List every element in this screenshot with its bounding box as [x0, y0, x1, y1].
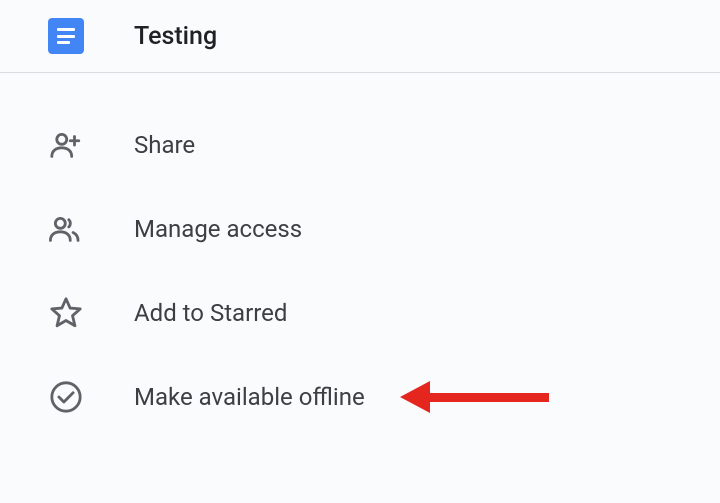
- menu-item-label: Make available offline: [134, 383, 365, 411]
- menu-item-make-available-offline[interactable]: Make available offline: [0, 355, 720, 439]
- menu-item-share[interactable]: Share: [0, 103, 720, 187]
- context-menu-panel: Testing Share: [0, 0, 720, 503]
- person-add-icon: [48, 127, 84, 163]
- menu-list: Share Manage access Add to Starred: [0, 73, 720, 469]
- offline-pin-icon: [48, 379, 84, 415]
- document-icon: [48, 18, 84, 54]
- menu-item-manage-access[interactable]: Manage access: [0, 187, 720, 271]
- header-row: Testing: [0, 0, 720, 73]
- menu-item-label: Share: [134, 131, 195, 159]
- people-icon: [48, 211, 84, 247]
- document-title: Testing: [134, 22, 217, 51]
- menu-item-add-to-starred[interactable]: Add to Starred: [0, 271, 720, 355]
- menu-item-label: Manage access: [134, 215, 302, 243]
- menu-item-label: Add to Starred: [134, 299, 287, 327]
- star-outline-icon: [48, 295, 84, 331]
- annotation-arrow: [400, 381, 549, 413]
